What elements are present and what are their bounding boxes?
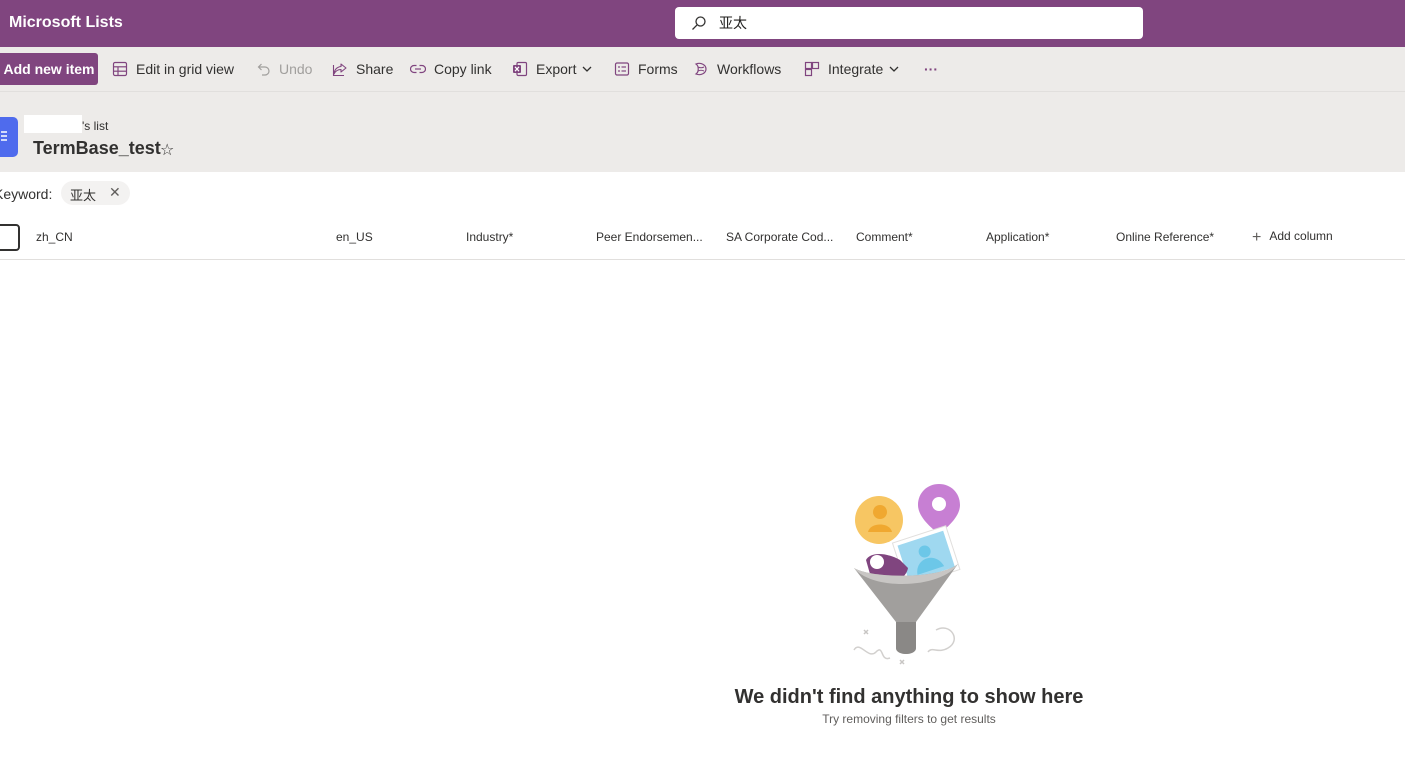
column-sa-corporate-code[interactable]: SA Corporate Cod... — [726, 230, 833, 244]
filter-label: Keyword: — [0, 186, 53, 202]
column-application[interactable]: Application* — [986, 230, 1049, 244]
column-header-row: zh_CN en_US Industry* Peer Endorsemen...… — [0, 214, 1405, 260]
add-column-button[interactable]: + Add column — [1252, 229, 1333, 247]
share-button[interactable]: Share — [332, 59, 393, 79]
add-new-item-button[interactable]: Add new item — [0, 53, 98, 85]
forms-button[interactable]: Forms — [614, 59, 678, 79]
grid-icon — [112, 61, 128, 77]
copy-link-label: Copy link — [434, 61, 492, 77]
app-title[interactable]: Microsoft Lists — [9, 14, 123, 32]
more-actions-button[interactable]: ··· — [924, 59, 938, 79]
page-title[interactable]: TermBase_test — [33, 138, 161, 159]
command-bar: Add new item Edit in grid view Undo Shar… — [0, 47, 1405, 92]
list-icon — [0, 117, 18, 157]
list-owner: 's list — [82, 119, 109, 133]
integrate-label: Integrate — [828, 61, 884, 77]
list-lines-icon — [1, 131, 7, 141]
owner-name-redacted — [24, 115, 82, 133]
integrate-button[interactable]: Integrate — [804, 59, 899, 79]
undo-icon — [257, 63, 270, 76]
export-label: Export — [536, 61, 577, 77]
edit-grid-view-button[interactable]: Edit in grid view — [112, 59, 234, 79]
list-header: 's list TermBase_test ☆ — [0, 92, 1405, 172]
forms-icon — [614, 62, 630, 76]
column-zh-cn[interactable]: zh_CN — [36, 230, 73, 244]
add-column-label: Add column — [1269, 229, 1333, 243]
close-icon[interactable]: ✕ — [109, 184, 121, 201]
select-all-checkbox[interactable] — [0, 224, 20, 251]
export-button[interactable]: Export — [512, 59, 592, 79]
search-icon — [692, 16, 706, 30]
keyword-filter-pill[interactable]: 亚太 ✕ — [61, 181, 130, 205]
workflows-button[interactable]: Workflows — [693, 59, 781, 79]
favorite-star-icon[interactable]: ☆ — [160, 140, 174, 160]
search-box[interactable] — [675, 7, 1143, 39]
plus-icon: + — [1252, 229, 1262, 246]
empty-state-subtitle: Try removing filters to get results — [822, 712, 996, 726]
chevron-down-icon — [583, 66, 592, 72]
edit-grid-view-label: Edit in grid view — [136, 61, 235, 77]
empty-state-title: We didn't find anything to show here — [734, 686, 1084, 708]
workflows-label: Workflows — [717, 61, 782, 77]
column-online-reference[interactable]: Online Reference* — [1116, 230, 1214, 244]
forms-label: Forms — [638, 61, 678, 77]
column-peer-endorsement[interactable]: Peer Endorsemen... — [596, 230, 703, 244]
link-icon — [410, 64, 426, 74]
filter-value: 亚太 — [70, 189, 97, 204]
excel-icon — [513, 61, 528, 77]
share-icon — [332, 63, 347, 77]
share-label: Share — [356, 61, 394, 77]
suite-bar: Microsoft Lists — [0, 0, 1405, 47]
workflows-icon — [694, 62, 707, 76]
undo-button[interactable]: Undo — [255, 59, 312, 79]
undo-label: Undo — [279, 61, 313, 77]
column-en-us[interactable]: en_US — [336, 230, 373, 244]
column-industry[interactable]: Industry* — [466, 230, 513, 244]
search-input[interactable] — [719, 13, 1119, 33]
empty-state-illustration — [853, 484, 961, 665]
column-comment[interactable]: Comment* — [856, 230, 913, 244]
copy-link-button[interactable]: Copy link — [410, 59, 492, 79]
integrate-icon — [804, 61, 820, 77]
chevron-down-icon — [889, 66, 899, 72]
